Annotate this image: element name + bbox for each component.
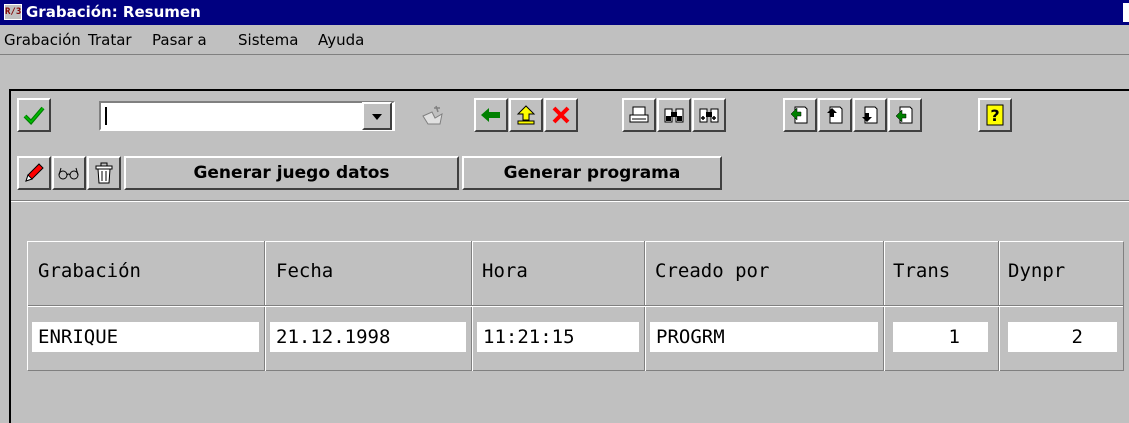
print-button[interactable]: [622, 98, 656, 132]
next-page-button[interactable]: [853, 98, 887, 132]
enter-button[interactable]: [17, 98, 51, 132]
previous-page-icon: [824, 105, 846, 125]
title-bar: R/3 Grabación: Resumen: [0, 0, 1129, 25]
window-title: Grabación: Resumen: [26, 3, 201, 21]
cell-trans[interactable]: 1: [893, 322, 988, 352]
last-page-button[interactable]: [888, 98, 922, 132]
cancel-button[interactable]: [544, 98, 578, 132]
first-page-icon: [789, 105, 811, 125]
column-header-trans: Trans: [893, 260, 951, 282]
menu-ayuda[interactable]: Ayuda: [318, 31, 364, 49]
find-next-icon: [698, 105, 720, 125]
delete-button[interactable]: [87, 156, 121, 190]
header-divider: [28, 305, 1123, 307]
first-page-button[interactable]: [783, 98, 817, 132]
cell-creado-por[interactable]: PROGRM: [650, 322, 878, 352]
change-button[interactable]: [17, 156, 51, 190]
cancel-x-icon: [551, 105, 571, 125]
window-control-edge[interactable]: [1123, 3, 1129, 22]
toolbar-frame-top: [9, 89, 1129, 91]
exit-button[interactable]: [509, 98, 543, 132]
standard-toolbar: ?: [11, 95, 1129, 133]
exit-up-icon: [515, 104, 537, 126]
find-button[interactable]: [657, 98, 691, 132]
menu-bar: Grabación Tratar Pasar a Sistema Ayuda: [0, 25, 1129, 55]
next-page-icon: [859, 105, 881, 125]
toolbar-separator-highlight: [11, 201, 1129, 202]
command-field[interactable]: [99, 101, 395, 131]
column-header-fecha: Fecha: [276, 260, 334, 282]
column-header-dynpr: Dynpr: [1008, 260, 1066, 282]
application-toolbar: Generar juego datos Generar programa: [11, 153, 1129, 191]
previous-page-button[interactable]: [818, 98, 852, 132]
svg-text:?: ?: [990, 106, 999, 125]
menu-grabacion[interactable]: Grabación: [4, 31, 81, 49]
sap-app-icon[interactable]: R/3: [4, 4, 22, 20]
cell-fecha[interactable]: 21.12.1998: [270, 322, 466, 352]
find-next-button[interactable]: [692, 98, 726, 132]
column-header-hora: Hora: [482, 260, 528, 282]
back-arrow-icon: [480, 107, 502, 123]
dropdown-arrow-icon: [371, 107, 383, 125]
check-icon: [23, 105, 45, 125]
cell-dynpr[interactable]: 2: [1008, 322, 1117, 352]
last-page-icon: [894, 105, 916, 125]
column-header-creado-por: Creado por: [655, 260, 770, 282]
text-caret: [105, 107, 107, 125]
cell-grabacion[interactable]: ENRIQUE: [32, 322, 259, 352]
help-icon: ?: [986, 104, 1004, 126]
display-button[interactable]: [52, 156, 86, 190]
generate-program-button[interactable]: Generar programa: [462, 156, 722, 190]
menu-tratar[interactable]: Tratar: [88, 31, 132, 49]
generate-dataset-button[interactable]: Generar juego datos: [124, 156, 459, 190]
glasses-icon: [57, 165, 81, 181]
help-button[interactable]: ?: [978, 98, 1012, 132]
menu-sistema[interactable]: Sistema: [238, 31, 298, 49]
print-icon: [628, 105, 650, 125]
pencil-icon: [23, 162, 45, 184]
back-button[interactable]: [474, 98, 508, 132]
column-header-grabacion: Grabación: [38, 260, 141, 282]
command-field-dropdown[interactable]: [362, 102, 392, 130]
save-icon: [420, 104, 444, 126]
cell-hora[interactable]: 11:21:15: [477, 322, 639, 352]
find-icon: [663, 105, 685, 125]
trash-icon: [95, 162, 113, 184]
menu-pasar-a[interactable]: Pasar a: [152, 31, 207, 49]
save-button[interactable]: [415, 98, 449, 132]
window-left-border: [9, 89, 11, 423]
